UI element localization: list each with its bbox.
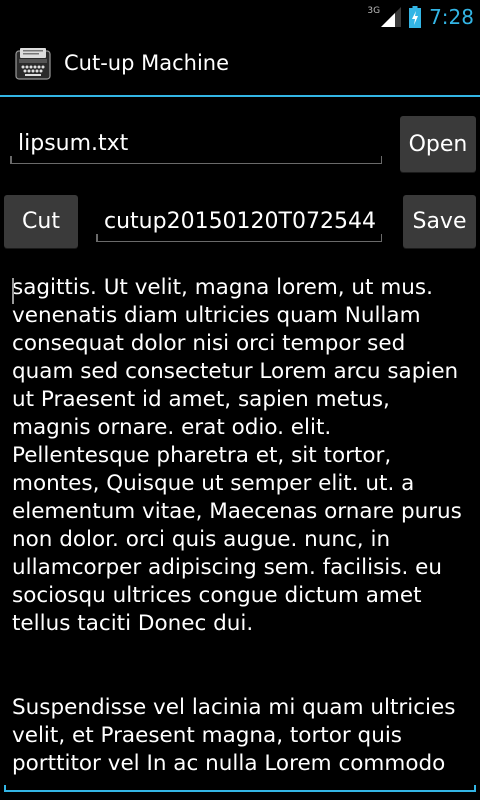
status-time: 7:28 [429, 4, 474, 29]
output-filename-input[interactable]: cutup20150120T072544. [96, 201, 382, 242]
open-button[interactable]: Open [400, 116, 476, 172]
action-bar-divider [0, 95, 480, 97]
status-bar: 3G 7:28 [0, 0, 480, 33]
app-title: Cut-up Machine [64, 51, 230, 75]
filename-input-text: lipsum.txt [18, 131, 129, 156]
battery-charging-icon [409, 5, 422, 28]
text-paragraph-1: sagittis. Ut velit, magna lorem, ut mus.… [12, 275, 462, 636]
status-icons: 3G 7:28 [367, 0, 474, 33]
typewriter-icon[interactable] [15, 46, 51, 82]
cutup-text-area[interactable]: sagittis. Ut velit, magna lorem, ut mus.… [12, 274, 468, 790]
filename-input[interactable]: lipsum.txt [10, 123, 382, 164]
output-filename-input-text: cutup20150120T072544. [104, 209, 378, 234]
signal-icon [381, 6, 402, 27]
text-area-underline [4, 785, 476, 792]
cut-button[interactable]: Cut [4, 195, 78, 248]
text-paragraph-2: Suspendisse vel lacinia mi quam ultricie… [12, 695, 456, 776]
screen: 3G 7:28 Cut-up Machine lipsum.txt Open C… [0, 0, 480, 800]
text-cursor [12, 278, 14, 304]
action-bar: Cut-up Machine [0, 33, 480, 95]
save-button[interactable]: Save [403, 195, 476, 248]
network-type-label: 3G [367, 5, 381, 16]
